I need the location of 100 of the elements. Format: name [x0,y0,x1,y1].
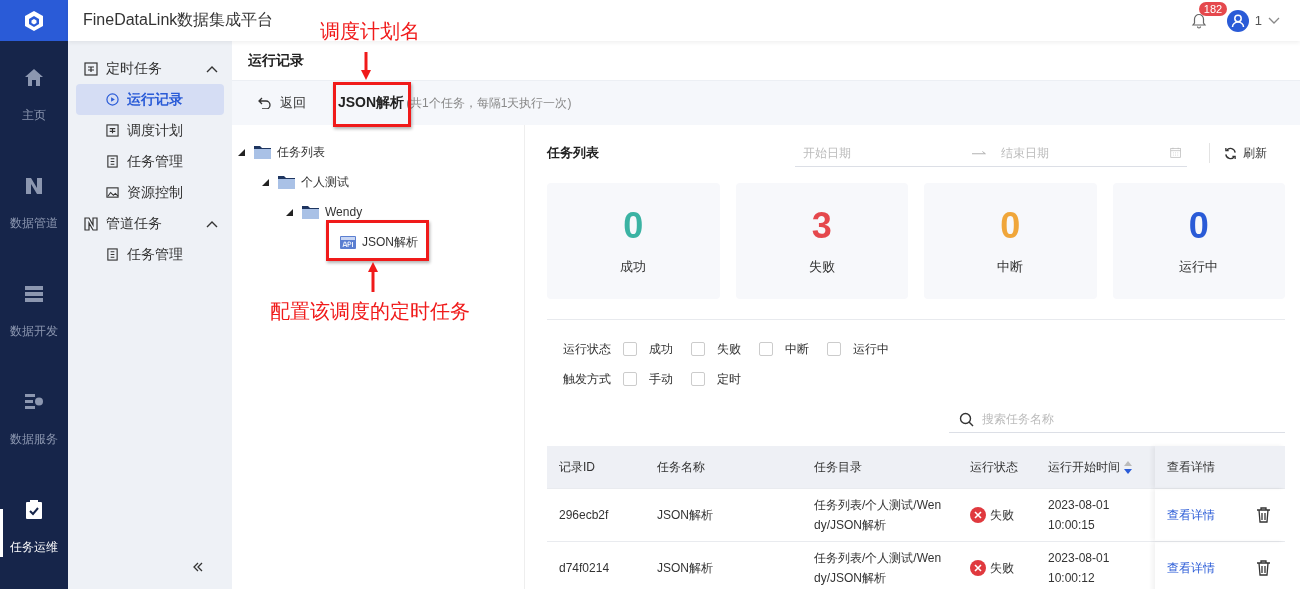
calendar-icon [106,124,119,137]
nav-item[interactable]: 数据开发 [0,257,68,365]
column-header: 运行状态 [970,458,1018,476]
sort-icon[interactable] [1124,460,1132,474]
search-field[interactable]: 搜索任务名称 [980,411,1285,427]
plan-name: JSON解析 [338,94,405,112]
undo-arrow-icon [258,97,271,109]
chevron-up-icon[interactable] [206,219,218,228]
nav-item[interactable]: 数据管道 [0,149,68,257]
refresh-button[interactable]: 刷新 [1224,144,1267,162]
calendar-icon [84,61,98,76]
status-label: 失败 [990,559,1014,577]
table-cell: d74f0214 [559,561,610,575]
expand-triangle-icon[interactable] [286,208,293,216]
column-header: 记录ID [559,458,595,476]
checkbox-label[interactable]: 运行中 [853,340,889,358]
stat-value: 0 [1188,206,1209,246]
double-chevron-left-icon [192,561,204,573]
status-label: 失败 [990,506,1014,524]
checkbox[interactable] [623,372,637,386]
end-date-field[interactable]: 结束日期 [998,144,1158,161]
sidebar-group[interactable]: 定时任务 [76,53,224,84]
filter-label: 运行状态 [563,340,611,358]
start-date-field[interactable]: 开始日期 [801,144,960,161]
stat-label: 失败 [808,258,835,276]
stat-value: 3 [811,206,832,246]
stat-value: 0 [1000,206,1021,246]
filter-label: 触发方式 [563,370,611,388]
bell-icon[interactable] [1190,12,1207,29]
list-icon [106,248,119,261]
nav-item[interactable]: 任务运维 [0,473,68,581]
expand-triangle-icon[interactable] [262,178,269,186]
folder-icon [302,205,319,219]
checkbox-label[interactable]: 定时 [717,370,741,388]
annotation-label: 调度计划名 [320,19,420,44]
checkbox-label[interactable]: 失败 [717,340,741,358]
chevron-down-icon[interactable] [1268,16,1280,25]
sidebar-item[interactable]: 资源控制 [76,177,224,208]
checkbox[interactable] [691,342,705,356]
image-icon [106,186,119,199]
table-cell-text: 2023-08-01 10:00:15 [1048,497,1111,534]
stat-label: 中断 [997,258,1024,276]
sidebar-item[interactable]: 调度计划 [76,115,224,146]
table-cell: JSON解析 [657,559,713,577]
trash-icon[interactable] [1256,507,1271,523]
checkbox[interactable] [691,372,705,386]
folder-icon [278,175,295,189]
trash-icon[interactable] [1256,560,1271,576]
nav-item[interactable]: 数据服务 [0,365,68,473]
checkbox[interactable] [759,342,773,356]
sidebar-item[interactable]: 运行记录 [76,84,224,115]
checkbox-label[interactable]: 中断 [785,340,809,358]
back-button[interactable]: 返回 [258,94,306,112]
tree-node[interactable]: Wendy [325,205,363,219]
tree-node[interactable]: 个人测试 [301,173,349,191]
table-cell: JSON解析 [657,506,713,524]
checkbox[interactable] [623,342,637,356]
folder-icon [254,145,271,159]
column-header: 任务名称 [657,458,705,476]
stat-value: 0 [623,206,644,246]
column-header: 任务目录 [814,458,862,476]
notification-badge: 182 [1198,1,1228,16]
tree-node[interactable]: JSON解析 [362,233,418,251]
sidebar-item[interactable]: 任务管理 [76,239,224,270]
table-cell-text: 任务列表/个人测试/Wendy/JSON解析 [814,550,942,587]
api-icon [340,235,356,249]
tree-node[interactable]: 任务列表 [277,143,325,161]
app-title: FineDataLink数据集成平台 [83,10,274,30]
annotation-arrow [361,52,371,80]
column-header[interactable]: 运行开始时间 [1048,458,1120,476]
play-icon [106,93,119,106]
sidebar-group[interactable]: 管道任务 [76,208,224,239]
checkbox[interactable] [827,342,841,356]
refresh-icon [1224,146,1237,160]
pipeline-icon [84,216,98,231]
app-logo-icon[interactable] [0,0,68,41]
column-header: 查看详情 [1167,458,1215,476]
sidebar-item[interactable]: 任务管理 [76,146,224,177]
home-icon [23,66,45,89]
checkbox-label[interactable]: 手动 [649,370,673,388]
search-icon [959,411,974,427]
user-avatar-icon[interactable] [1226,9,1249,32]
section-title: 任务列表 [547,144,600,162]
clipboard-check-icon [23,498,45,521]
page-title: 运行记录 [248,51,304,70]
annotation-arrow [368,262,378,292]
annotation-label: 配置该调度的定时任务 [270,299,470,324]
chevron-up-icon[interactable] [206,64,218,73]
table-cell-text: 任务列表/个人测试/Wendy/JSON解析 [814,497,942,534]
expand-triangle-icon[interactable] [238,148,245,156]
table-cell: 296ecb2f [559,508,609,522]
view-details-link[interactable]: 查看详情 [1167,559,1215,577]
stat-label: 运行中 [1179,258,1219,276]
nav-item[interactable]: 主页 [0,41,68,149]
list-icon [106,155,119,168]
table-cell-text: 2023-08-01 10:00:12 [1048,550,1111,587]
user-name[interactable]: 1 [1254,13,1262,28]
view-details-link[interactable]: 查看详情 [1167,506,1215,524]
stat-label: 成功 [620,258,647,276]
checkbox-label[interactable]: 成功 [649,340,673,358]
